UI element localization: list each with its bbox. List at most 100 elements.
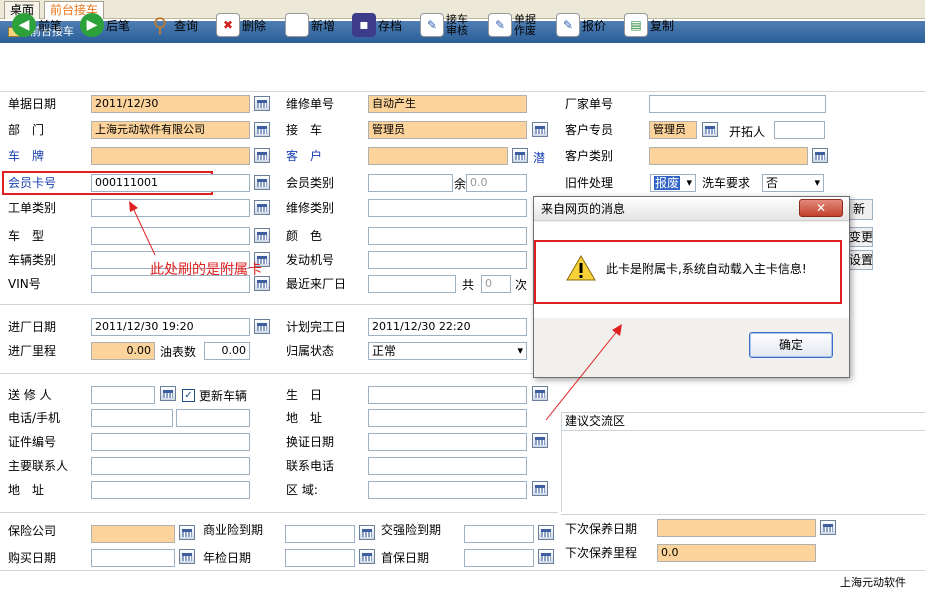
dialog-close-button[interactable]: ✕	[799, 199, 843, 217]
calendar-icon[interactable]	[254, 200, 270, 215]
dept-input[interactable]: 上海元动软件有限公司	[91, 121, 250, 139]
inspection-date-input[interactable]	[285, 549, 355, 567]
reception-audit-button[interactable]: ✎ 接车审核	[420, 8, 472, 42]
floppy-icon: ▪	[352, 13, 376, 37]
prospect-label[interactable]: 潜	[533, 149, 545, 167]
ownership-select[interactable]: 正常	[368, 342, 527, 360]
repair-no-input[interactable]: 自动产生	[368, 95, 527, 113]
developer-input[interactable]	[774, 121, 825, 139]
calendar-icon[interactable]	[532, 433, 548, 448]
calendar-icon[interactable]	[254, 175, 270, 190]
prev-label: 前笔	[38, 18, 63, 33]
last-visit-input[interactable]	[368, 275, 456, 293]
quote-button[interactable]: ✎ 报价	[556, 8, 606, 42]
customer-rep-input[interactable]: 管理员	[649, 121, 697, 139]
save-button[interactable]: ▪ 存档	[352, 8, 402, 42]
calendar-icon[interactable]	[512, 148, 528, 163]
query-button[interactable]: ⚲ 查询	[148, 8, 198, 42]
receiver-input[interactable]: 管理员	[368, 121, 527, 139]
plan-done-input[interactable]: 2011/12/30 22:20	[368, 318, 527, 336]
purchase-date-label: 购买日期	[8, 551, 57, 565]
calendar-icon[interactable]	[160, 386, 176, 401]
void-doc-icon: ✎	[488, 13, 512, 37]
arrow-left-icon: ◀	[12, 13, 36, 37]
ownership-value: 正常	[372, 344, 397, 358]
calendar-icon[interactable]	[702, 122, 718, 137]
divider	[0, 304, 558, 305]
calendar-icon[interactable]	[254, 319, 270, 334]
visit-count-input[interactable]: 0	[481, 275, 511, 293]
purchase-date-input[interactable]	[91, 549, 175, 567]
customer-type-input[interactable]	[649, 147, 808, 165]
calendar-icon[interactable]	[254, 122, 270, 137]
calendar-icon[interactable]	[820, 520, 836, 535]
save-label: 存档	[378, 18, 403, 33]
car-model-input[interactable]	[91, 227, 250, 245]
calendar-icon[interactable]	[359, 525, 375, 540]
wash-req-select[interactable]: 否	[762, 174, 824, 192]
plate-input[interactable]	[91, 147, 250, 165]
main-contact-input[interactable]	[91, 457, 250, 475]
copy-button[interactable]: ▤ 复制	[624, 8, 674, 42]
insurer-input[interactable]	[91, 525, 175, 543]
contact-phone-input[interactable]	[368, 457, 527, 475]
next-service-mileage-input[interactable]: 0.0	[657, 544, 816, 562]
fuel-input[interactable]: 0.00	[204, 342, 250, 360]
compulsory-expiry-input[interactable]	[464, 525, 534, 543]
calendar-icon[interactable]	[254, 228, 270, 243]
phone-input[interactable]	[91, 409, 173, 427]
update-vehicle-checkbox[interactable]: ✓	[182, 389, 195, 402]
calendar-icon[interactable]	[359, 549, 375, 564]
calendar-icon[interactable]	[532, 122, 548, 137]
address-right-input[interactable]	[368, 409, 527, 427]
member-type-input[interactable]	[368, 174, 453, 192]
new-button[interactable]: 新增	[285, 8, 335, 42]
in-mileage-input[interactable]: 0.00	[91, 342, 155, 360]
balance-input[interactable]: 0.0	[466, 174, 527, 192]
calendar-icon[interactable]	[538, 549, 554, 564]
old-handling-select[interactable]: 报废	[650, 174, 696, 192]
color-label: 颜 色	[286, 229, 323, 243]
customer-rep-label: 客户专员	[565, 123, 614, 137]
delete-doc-icon: ✖	[216, 13, 240, 37]
delete-button[interactable]: ✖ 删除	[216, 8, 266, 42]
void-button[interactable]: ✎ 单据作废	[488, 8, 540, 42]
calendar-icon[interactable]	[532, 481, 548, 496]
member-card-input[interactable]: 000111001	[91, 174, 250, 192]
calendar-icon[interactable]	[254, 148, 270, 163]
repair-no-label: 维修单号	[286, 97, 335, 111]
divider	[0, 373, 558, 374]
calendar-icon[interactable]	[254, 96, 270, 111]
doc-date-input[interactable]: 2011/12/30	[91, 95, 250, 113]
arrow-right-icon: ▶	[80, 13, 104, 37]
calendar-icon[interactable]	[179, 549, 195, 564]
birthday-input[interactable]	[368, 386, 527, 404]
color-input[interactable]	[368, 227, 527, 245]
sender-input[interactable]	[91, 386, 155, 404]
mobile-input[interactable]	[176, 409, 250, 427]
engine-no-input[interactable]	[368, 251, 527, 269]
calendar-icon[interactable]	[812, 148, 828, 163]
factory-no-input[interactable]	[649, 95, 826, 113]
prev-button[interactable]: ◀ 前笔	[12, 8, 62, 42]
id-no-input[interactable]	[91, 433, 250, 451]
customer-input[interactable]	[368, 147, 508, 165]
area-input[interactable]	[368, 481, 527, 499]
next-service-date-input[interactable]	[657, 519, 816, 537]
license-date-input[interactable]	[368, 433, 527, 451]
magnifier-icon: ⚲	[152, 13, 168, 37]
next-button[interactable]: ▶ 后笔	[80, 8, 130, 42]
first-warranty-label: 首保日期	[381, 551, 430, 565]
calendar-icon[interactable]	[538, 525, 554, 540]
area-label: 区 域:	[286, 483, 318, 497]
repair-type-input[interactable]	[368, 199, 527, 217]
job-type-input[interactable]	[91, 199, 250, 217]
in-date-input[interactable]: 2011/12/30 19:20	[91, 318, 250, 336]
address-input[interactable]	[91, 481, 250, 499]
footer-divider	[0, 570, 925, 571]
ok-button[interactable]: 确定	[749, 332, 833, 358]
first-warranty-input[interactable]	[464, 549, 534, 567]
ownership-label: 归属状态	[286, 344, 335, 358]
commercial-expiry-input[interactable]	[285, 525, 355, 543]
calendar-icon[interactable]	[179, 525, 195, 540]
